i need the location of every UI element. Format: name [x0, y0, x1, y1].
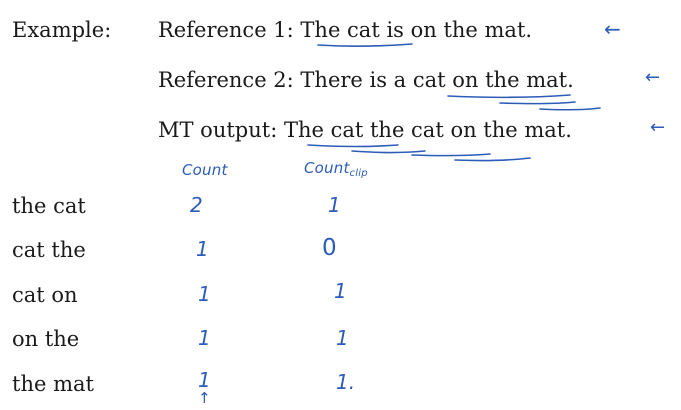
reference-2-line: Reference 2: There is a cat on the mat. [158, 70, 574, 91]
underline-mt-the-cat-2 [411, 153, 491, 157]
reference-2-prefix: Reference 2: There is a [158, 68, 413, 92]
row-5-count-clip: 1. [336, 370, 356, 394]
reference-1-arrow-icon: ← [604, 17, 621, 41]
row-5-bigram: the mat [12, 372, 94, 396]
count-header: Count [182, 161, 228, 179]
mt-output-line: MT output: The cat the cat on the mat. [158, 120, 572, 141]
mt-output-prefix: MT output: [158, 118, 284, 142]
row-2-count: 1 [196, 237, 209, 261]
reference-1-prefix: Reference 1: [158, 18, 301, 42]
mt-output-underlined: The cat the cat on the [283, 118, 518, 142]
reference-1-underlined: The cat [300, 18, 380, 42]
underline-ref2-extra-2 [539, 107, 601, 111]
row-1-count: 2 [190, 193, 203, 217]
underline-mt-cat-the [351, 150, 426, 154]
example-label: Example: [12, 18, 112, 42]
count-clip-header: Countclip [304, 161, 368, 179]
underline-mt-the-cat [307, 144, 399, 148]
underline-ref2-extra-1 [499, 101, 576, 105]
count-clip-header-sub: clip [349, 168, 368, 179]
row-2-bigram: cat the [12, 238, 86, 262]
reference-2-underlined: cat on the [412, 68, 520, 92]
mt-output-arrow-icon: ← [650, 117, 666, 138]
row-1-count-clip: 1 [328, 193, 341, 217]
reference-1-line: Reference 1: The cat is on the mat. [158, 20, 532, 41]
up-arrow-icon: ↑ [198, 389, 211, 407]
underline-mt-cat-on-the [454, 157, 531, 162]
slide: Example: Reference 1: The cat is on the … [0, 0, 681, 410]
row-4-count-clip: 1 [336, 326, 349, 350]
reference-2-rest: mat. [519, 68, 574, 92]
row-1-bigram: the cat [12, 194, 86, 218]
count-clip-header-main: Count [304, 159, 350, 177]
row-4-bigram: on the [12, 327, 80, 351]
row-5-count: 1 [198, 368, 211, 392]
row-3-count: 1 [198, 282, 211, 306]
row-4-count: 1 [198, 326, 211, 350]
reference-1-rest: is on the mat. [379, 18, 533, 42]
row-3-count-clip: 1 [334, 279, 347, 303]
underline-ref2-cat-on-the [447, 94, 571, 99]
reference-2-arrow-icon: ← [645, 67, 661, 88]
row-3-bigram: cat on [12, 283, 78, 307]
mt-output-rest: mat. [517, 118, 572, 142]
underline-ref1-the-cat [317, 43, 413, 47]
row-2-count-clip: 0 [322, 235, 337, 261]
